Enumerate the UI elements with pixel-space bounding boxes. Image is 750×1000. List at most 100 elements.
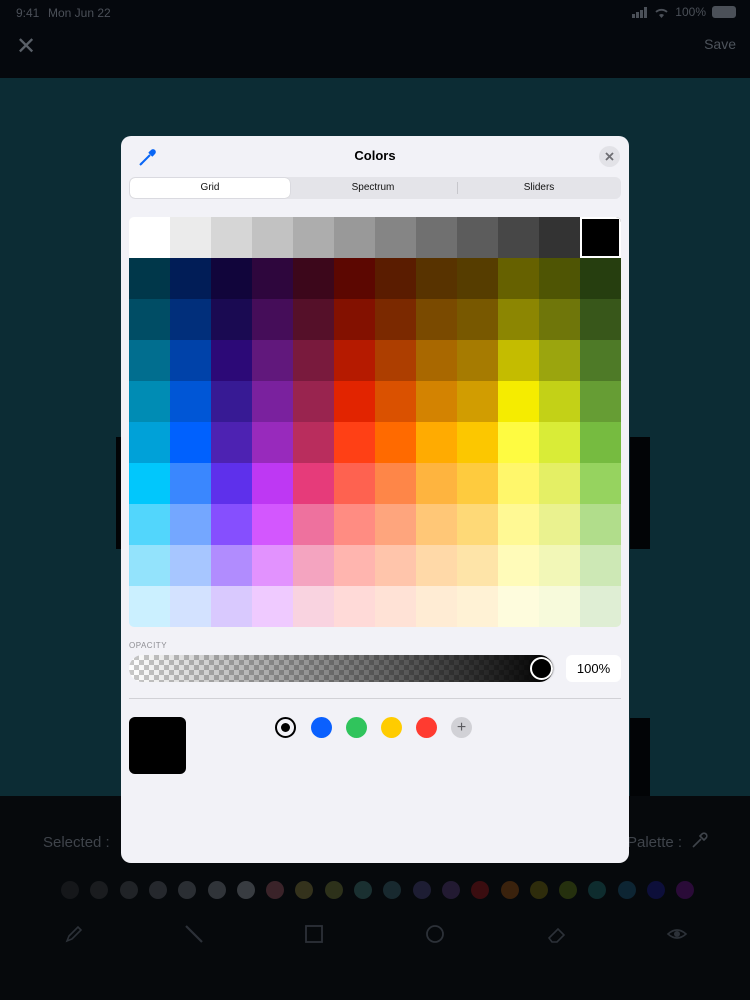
opacity-slider-thumb[interactable] — [530, 657, 553, 680]
eye-icon[interactable] — [666, 924, 688, 944]
color-cell[interactable] — [170, 340, 211, 381]
palette-swatch[interactable] — [119, 881, 138, 899]
color-cell[interactable] — [211, 381, 252, 422]
color-cell[interactable] — [293, 381, 334, 422]
line-icon[interactable] — [184, 924, 204, 944]
color-cell[interactable] — [580, 299, 621, 340]
color-cell[interactable] — [334, 545, 375, 586]
color-cell[interactable] — [293, 217, 334, 258]
color-cell[interactable] — [539, 586, 580, 627]
color-cell[interactable] — [416, 545, 457, 586]
color-cell[interactable] — [498, 217, 539, 258]
palette-swatch[interactable] — [354, 881, 372, 899]
palette-swatch[interactable] — [500, 881, 519, 899]
color-cell[interactable] — [498, 299, 539, 340]
color-cell[interactable] — [539, 463, 580, 504]
palette-swatch[interactable] — [529, 881, 548, 899]
save-button[interactable]: Save — [704, 36, 736, 52]
color-cell[interactable] — [457, 299, 498, 340]
favorite-color-selected[interactable] — [275, 717, 296, 738]
color-cell[interactable] — [457, 504, 498, 545]
color-cell[interactable] — [457, 340, 498, 381]
color-cell[interactable] — [211, 258, 252, 299]
color-cell[interactable] — [375, 381, 416, 422]
color-cell[interactable] — [375, 504, 416, 545]
color-cell[interactable] — [539, 545, 580, 586]
opacity-value-field[interactable]: 100% — [566, 655, 621, 682]
color-cell[interactable] — [375, 299, 416, 340]
close-button[interactable] — [599, 146, 620, 167]
color-cell[interactable] — [334, 586, 375, 627]
color-cell[interactable] — [457, 586, 498, 627]
palette-swatch[interactable] — [324, 881, 343, 899]
color-cell[interactable] — [457, 545, 498, 586]
color-cell[interactable] — [170, 299, 211, 340]
color-cell[interactable] — [129, 463, 170, 504]
color-cell[interactable] — [252, 258, 293, 299]
color-cell[interactable] — [498, 545, 539, 586]
color-cell[interactable] — [129, 299, 170, 340]
color-cell[interactable] — [580, 586, 621, 627]
color-cell[interactable] — [416, 381, 457, 422]
palette-swatch[interactable] — [383, 881, 402, 899]
color-cell[interactable] — [539, 381, 580, 422]
color-cell[interactable] — [334, 463, 375, 504]
color-cell[interactable] — [416, 217, 457, 258]
color-cell[interactable] — [211, 340, 252, 381]
color-cell[interactable] — [580, 463, 621, 504]
color-cell[interactable] — [211, 586, 252, 627]
color-cell[interactable] — [375, 545, 416, 586]
color-cell[interactable] — [293, 422, 334, 463]
color-cell[interactable] — [252, 381, 293, 422]
color-cell[interactable] — [293, 586, 334, 627]
color-cell[interactable] — [375, 422, 416, 463]
close-icon[interactable]: ✕ — [16, 32, 36, 61]
color-cell[interactable] — [252, 422, 293, 463]
rectangle-icon[interactable] — [304, 924, 324, 944]
pen-icon[interactable] — [64, 924, 84, 944]
color-cell[interactable] — [129, 258, 170, 299]
color-cell[interactable] — [334, 381, 375, 422]
color-cell[interactable] — [375, 217, 416, 258]
color-cell[interactable] — [252, 340, 293, 381]
eyedropper-icon[interactable] — [690, 832, 708, 850]
palette-swatch[interactable] — [441, 881, 460, 899]
color-cell[interactable] — [457, 463, 498, 504]
palette-swatch[interactable] — [676, 881, 695, 899]
eraser-icon[interactable] — [546, 924, 568, 944]
tab-sliders[interactable]: Sliders — [458, 177, 620, 199]
palette-swatch[interactable] — [236, 881, 255, 899]
color-cell[interactable] — [211, 463, 252, 504]
favorite-color[interactable] — [311, 717, 332, 738]
color-cell[interactable] — [129, 381, 170, 422]
color-cell[interactable] — [334, 422, 375, 463]
color-cell[interactable] — [334, 340, 375, 381]
color-cell[interactable] — [539, 217, 580, 258]
color-cell[interactable] — [334, 217, 375, 258]
color-cell[interactable] — [211, 422, 252, 463]
color-cell[interactable] — [498, 586, 539, 627]
color-cell[interactable] — [129, 545, 170, 586]
color-cell[interactable] — [170, 586, 211, 627]
color-cell[interactable] — [498, 258, 539, 299]
color-cell[interactable] — [580, 381, 621, 422]
color-cell[interactable] — [129, 504, 170, 545]
palette-swatch[interactable] — [617, 881, 636, 899]
color-cell[interactable] — [252, 217, 293, 258]
color-cell[interactable] — [416, 340, 457, 381]
color-cell[interactable] — [539, 340, 580, 381]
palette-swatch[interactable] — [90, 881, 109, 899]
palette-swatch[interactable] — [148, 881, 167, 899]
palette-swatch[interactable] — [178, 881, 197, 899]
color-cell[interactable] — [170, 422, 211, 463]
palette-swatch[interactable] — [412, 881, 431, 899]
color-cell[interactable] — [539, 258, 580, 299]
palette-swatch[interactable] — [266, 881, 285, 899]
color-cell[interactable] — [498, 504, 539, 545]
color-cell[interactable] — [170, 217, 211, 258]
color-cell[interactable] — [211, 545, 252, 586]
color-cell[interactable] — [293, 299, 334, 340]
color-cell[interactable] — [252, 545, 293, 586]
color-cell[interactable] — [375, 258, 416, 299]
palette-swatch[interactable] — [559, 881, 578, 899]
